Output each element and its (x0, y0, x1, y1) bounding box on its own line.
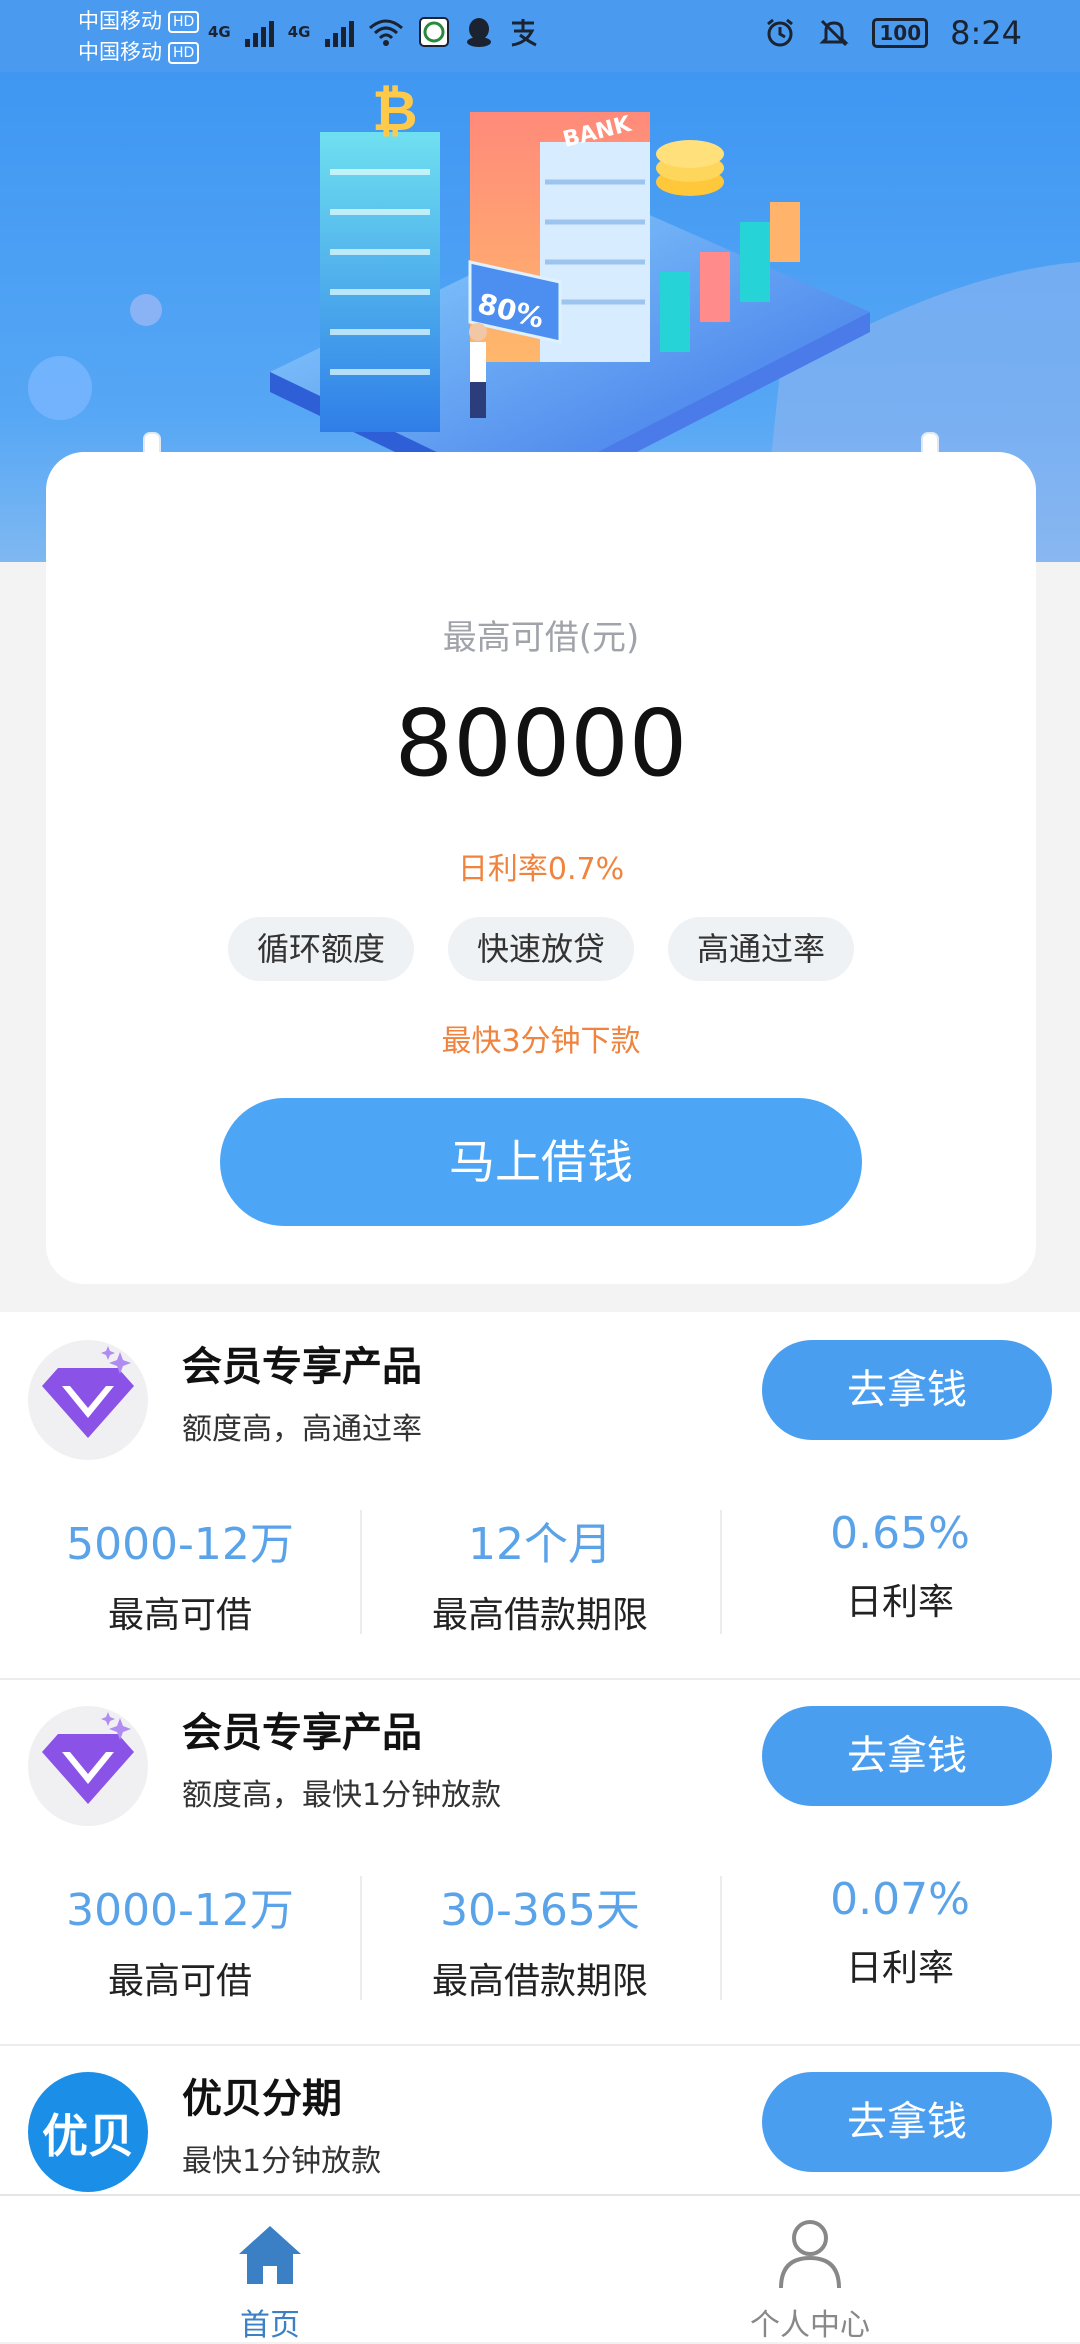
product-logo: 优贝 (28, 2072, 148, 2192)
borrow-now-button[interactable]: 马上借钱 (220, 1098, 862, 1226)
feature-tag: 循环额度 (228, 917, 414, 981)
diamond-v-icon (42, 1346, 134, 1438)
product-item[interactable]: 会员专享产品 额度高，高通过率 去拿钱 5000-12万 最高可借 12个月 最… (0, 1312, 1080, 1680)
alarm-icon (767, 18, 794, 47)
hd-badge: HD (168, 10, 200, 33)
stat-term: 30-365天 最高借款期限 (360, 1868, 720, 2002)
status-bar: 中国移动 HD 中国移动 HD 4G 4G 100 8:24 (0, 0, 1080, 72)
user-icon (779, 2220, 841, 2289)
get-money-button[interactable]: 去拿钱 (762, 1706, 1052, 1806)
product-desc: 额度高，最快1分钟放款 (182, 1778, 502, 1813)
loan-card: 最高可借(元) 80000 日利率0.7% 循环额度 快速放贷 高通过率 最快3… (46, 452, 1036, 1284)
hd-badge: HD (168, 41, 200, 64)
wifi-icon (368, 19, 403, 46)
stat-label: 最高可借 (107, 1961, 252, 2002)
product-item[interactable]: 优贝 优贝分期 最快1分钟放款 去拿钱 (0, 2044, 1080, 2194)
product-desc: 最快1分钟放款 (182, 2144, 382, 2179)
status-right: 100 8:24 (764, 14, 1022, 52)
stat-value: 30-365天 (440, 1885, 640, 1936)
stat-value: 0.65% (830, 1508, 970, 1559)
app-notification-icon (418, 17, 449, 47)
qq-icon (466, 18, 491, 47)
feature-tags: 循环额度 快速放贷 高通过率 (46, 917, 1036, 981)
feature-tag: 高通过率 (668, 917, 854, 981)
get-money-button[interactable]: 去拿钱 (762, 1340, 1052, 1440)
product-stats: 5000-12万 最高可借 12个月 最高借款期限 0.65% 日利率 (0, 1502, 1080, 1636)
carrier-1: 中国移动 (78, 9, 162, 33)
alipay-icon (511, 19, 537, 47)
product-name: 会员专享产品 (182, 1344, 422, 1390)
stat-value: 5000-12万 (66, 1519, 294, 1570)
battery-indicator: 100 (872, 18, 929, 48)
daily-rate: 日利率0.7% (457, 852, 625, 887)
product-list: 会员专享产品 额度高，高通过率 去拿钱 5000-12万 最高可借 12个月 最… (0, 1312, 1080, 2194)
product-logo (28, 1706, 148, 1826)
product-logo (28, 1340, 148, 1460)
product-item[interactable]: 会员专享产品 额度高，最快1分钟放款 去拿钱 3000-12万 最高可借 30-… (0, 1678, 1080, 2046)
network-icons: 4G 4G (208, 16, 538, 48)
signal-icon (324, 17, 354, 47)
network-type-2: 4G (287, 23, 311, 41)
max-amount-value: 80000 (394, 690, 688, 797)
carrier-2: 中国移动 (78, 40, 162, 64)
nav-profile-label: 个人中心 (750, 2308, 870, 2343)
mute-bell-icon (819, 19, 850, 47)
nav-profile[interactable]: 个人中心 (540, 2196, 1080, 2343)
stat-value: 0.07% (830, 1874, 970, 1925)
stat-label: 最高可借 (107, 1595, 252, 1636)
stat-rate: 0.65% 日利率 (720, 1502, 1080, 1634)
product-stats: 3000-12万 最高可借 30-365天 最高借款期限 0.07% 日利率 (0, 1868, 1080, 2002)
stat-value: 12个月 (468, 1519, 612, 1570)
stat-rate: 0.07% 日利率 (720, 1868, 1080, 2000)
carrier-info: 中国移动 HD 中国移动 HD (78, 6, 200, 68)
max-amount-label: 最高可借(元) (442, 618, 640, 658)
nav-home-label: 首页 (240, 2308, 300, 2343)
logo-text: 优贝 (42, 2109, 134, 2163)
stat-term: 12个月 最高借款期限 (360, 1502, 720, 1636)
product-name: 优贝分期 (182, 2076, 342, 2122)
nav-home[interactable]: 首页 (0, 2196, 540, 2343)
clock: 8:24 (950, 14, 1022, 52)
product-name: 会员专享产品 (182, 1710, 422, 1756)
stat-label: 日利率 (845, 1582, 954, 1623)
product-desc: 额度高，高通过率 (182, 1412, 422, 1447)
stat-max-amount: 5000-12万 最高可借 (0, 1502, 360, 1636)
stat-label: 最高借款期限 (431, 1595, 648, 1636)
network-type-1: 4G (208, 23, 231, 41)
home-icon (239, 2226, 301, 2284)
svg-text:₿: ₿ (372, 79, 418, 144)
feature-tag: 快速放贷 (448, 917, 634, 981)
stat-label: 日利率 (845, 1948, 954, 1989)
stat-label: 最高借款期限 (431, 1961, 648, 2002)
get-money-button[interactable]: 去拿钱 (762, 2072, 1052, 2172)
diamond-v-icon (42, 1712, 134, 1804)
bottom-nav: 首页 个人中心 (0, 2194, 1080, 2343)
stat-value: 3000-12万 (66, 1885, 294, 1936)
signal-icon (244, 17, 274, 47)
fastest-disbursal: 最快3分钟下款 (441, 1024, 641, 1059)
stat-max-amount: 3000-12万 最高可借 (0, 1868, 360, 2002)
